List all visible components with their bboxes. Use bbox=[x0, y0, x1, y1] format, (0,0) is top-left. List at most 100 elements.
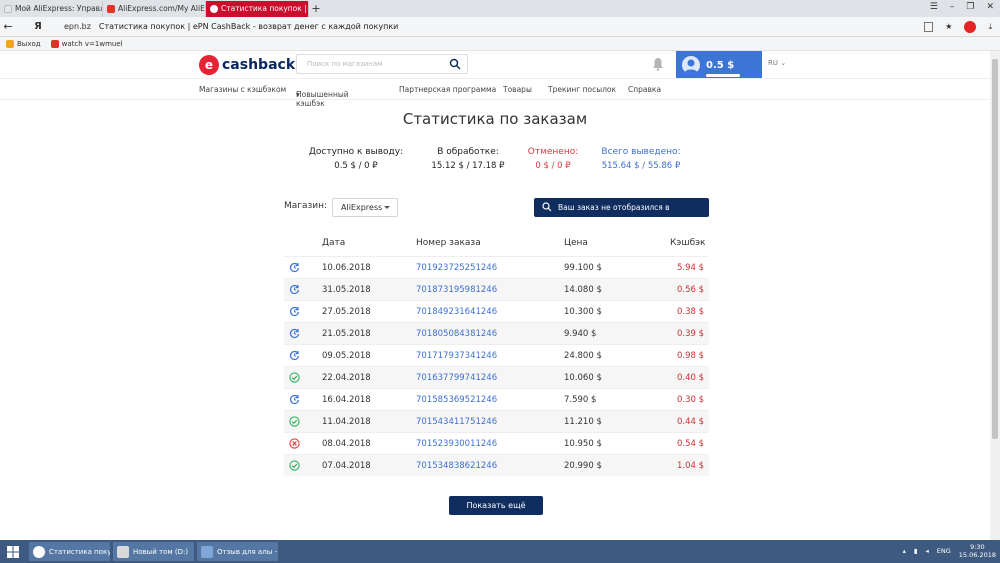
back-arrow-icon[interactable]: ← bbox=[0, 20, 16, 33]
column-cashback: Кэшбэк bbox=[670, 238, 706, 248]
column-order-number: Номер заказа bbox=[416, 238, 481, 248]
aliexpress-favicon-icon bbox=[107, 5, 115, 13]
nav-item-goods[interactable]: Товары bbox=[503, 85, 532, 94]
menu-icon[interactable]: ☰ bbox=[930, 2, 938, 12]
order-number-link[interactable]: 701585369521246 bbox=[416, 395, 497, 405]
order-date: 31.05.2018 bbox=[322, 285, 371, 295]
epn-logo[interactable]: e cashback bbox=[199, 55, 295, 75]
avatar bbox=[682, 55, 700, 74]
page-scrollbar[interactable] bbox=[990, 51, 1000, 540]
page-title: Статистика по заказам bbox=[402, 110, 588, 128]
system-tray: ▴ ▮ ◂ ENG 9:30 15.06.2018 bbox=[903, 543, 996, 559]
order-cashback: 0.56 $ bbox=[676, 285, 704, 295]
bell-icon[interactable] bbox=[652, 57, 664, 71]
yandex-browser-icon bbox=[33, 545, 45, 558]
new-tab-button[interactable]: + bbox=[309, 1, 323, 17]
approved-status-icon bbox=[289, 416, 300, 427]
order-date: 09.05.2018 bbox=[322, 351, 371, 361]
pending-status-icon bbox=[289, 262, 300, 273]
order-number-link[interactable]: 701873195981246 bbox=[416, 285, 497, 295]
order-cashback: 0.30 $ bbox=[676, 395, 704, 405]
show-more-button[interactable]: Показать ещё bbox=[449, 496, 543, 515]
address-bar: ← Я epn.bz Статистика покупок | ePN Cash… bbox=[0, 17, 1000, 37]
browser-tab-3[interactable]: Статистика покупок | ePN bbox=[206, 1, 309, 17]
orders-table: 10.06.2018 701923725251246 99.100 $ 5.94 $ 3… bbox=[284, 256, 709, 476]
table-row: 22.04.2018 701637799741246 10.060 $ 0.40 $ bbox=[284, 366, 709, 388]
balance-amount: 0.5 $ bbox=[706, 59, 735, 71]
reader-icon[interactable] bbox=[924, 21, 934, 32]
table-row: 07.04.2018 701534838621246 20.990 $ 1.04 $ bbox=[284, 454, 709, 476]
user-icon bbox=[684, 59, 698, 74]
order-number-link[interactable]: 701637799741246 bbox=[416, 373, 497, 383]
order-price: 11.210 $ bbox=[564, 417, 602, 427]
nav-item-tracking[interactable]: Трекинг посылок bbox=[548, 85, 616, 94]
search-icon[interactable] bbox=[449, 58, 461, 70]
restore-icon[interactable]: ❐ bbox=[966, 2, 974, 12]
cancelled-status-icon bbox=[289, 438, 300, 449]
tray-lang[interactable]: ENG bbox=[937, 547, 951, 555]
nav-item-shops[interactable]: Магазины с кэшбэком bbox=[199, 85, 286, 94]
nav-item-help[interactable]: Справка bbox=[628, 85, 661, 94]
order-date: 16.04.2018 bbox=[322, 395, 371, 405]
browser-tab-2[interactable]: AliExpress.com/My AliExpre bbox=[103, 1, 206, 17]
yandex-logo-icon[interactable]: Я bbox=[30, 21, 46, 32]
order-number-link[interactable]: 701717937341246 bbox=[416, 351, 497, 361]
taskbar-item-browser[interactable]: Статистика покуп... bbox=[29, 542, 110, 561]
approved-status-icon bbox=[289, 372, 300, 383]
shop-select[interactable]: AliExpress bbox=[332, 198, 398, 217]
order-date: 22.04.2018 bbox=[322, 373, 371, 383]
nav-item-partner[interactable]: Партнерская программа bbox=[399, 85, 496, 94]
order-number-link[interactable]: 701523930011246 bbox=[416, 439, 497, 449]
order-number-link[interactable]: 701805084381246 bbox=[416, 329, 497, 339]
protect-icon[interactable] bbox=[964, 20, 977, 33]
scrollbar-thumb[interactable] bbox=[992, 59, 998, 439]
order-price: 10.950 $ bbox=[564, 439, 602, 449]
order-number-link[interactable]: 701849231641246 bbox=[416, 307, 497, 317]
column-date: Дата bbox=[322, 238, 346, 248]
taskbar-item-explorer[interactable]: Новый том (D:) bbox=[113, 542, 194, 561]
bookmark-item[interactable]: Выход bbox=[6, 39, 41, 48]
taskbar-item-paint[interactable]: Отзыв для алы - ... bbox=[197, 542, 278, 561]
clock[interactable]: 9:30 15.06.2018 bbox=[959, 543, 996, 559]
order-date: 21.05.2018 bbox=[322, 329, 371, 339]
table-row: 11.04.2018 701543411751246 11.210 $ 0.44 $ bbox=[284, 410, 709, 432]
language-switch[interactable]: RU ⌄ bbox=[768, 59, 786, 67]
shop-search-input[interactable]: Поиск по магазинам bbox=[296, 54, 468, 74]
order-price: 7.590 $ bbox=[564, 395, 597, 405]
order-number-link[interactable]: 701534838621246 bbox=[416, 461, 497, 471]
star-icon[interactable]: ★ bbox=[945, 22, 952, 31]
paint-icon bbox=[201, 545, 213, 558]
balance-widget[interactable]: 0.5 $ bbox=[676, 51, 762, 78]
minimize-icon[interactable]: – bbox=[950, 2, 955, 12]
network-icon[interactable]: ▮ bbox=[914, 547, 918, 555]
stat-available: Доступно к выводу: 0.5 $ / 0 ₽ bbox=[308, 147, 404, 171]
bookmarks-bar: Выход watch v=1wmuel bbox=[0, 37, 1000, 51]
site-nav: Магазины с кэшбэком Повышенный кэшбэк ▾ … bbox=[0, 80, 990, 108]
order-date: 10.06.2018 bbox=[322, 263, 371, 273]
close-icon[interactable]: ✕ bbox=[986, 2, 994, 12]
bookmark-item[interactable]: watch v=1wmuel bbox=[50, 39, 123, 48]
stat-withdrawn: Всего выведено: 515.64 $ / 55.86 ₽ bbox=[601, 147, 681, 171]
address-bar-actions: ★ ⤓ bbox=[924, 20, 992, 33]
missing-order-button[interactable]: Ваш заказ не отобразился в статистике? bbox=[534, 198, 709, 231]
order-cashback: 0.54 $ bbox=[676, 439, 704, 449]
logo-mark-icon: e bbox=[199, 55, 219, 75]
order-price: 20.990 $ bbox=[564, 461, 602, 471]
search-icon bbox=[542, 202, 552, 212]
order-price: 9.940 $ bbox=[564, 329, 597, 339]
pending-status-icon bbox=[289, 284, 300, 295]
order-number-link[interactable]: 701543411751246 bbox=[416, 417, 497, 427]
browser-tab-1[interactable]: Мой AliExpress: Управлять bbox=[0, 1, 103, 17]
table-row: 08.04.2018 701523930011246 10.950 $ 0.54 $ bbox=[284, 432, 709, 454]
windows-start-icon[interactable] bbox=[0, 540, 26, 563]
url-field[interactable]: epn.bz bbox=[64, 22, 91, 31]
tray-arrow-icon[interactable]: ▴ bbox=[903, 547, 906, 555]
download-icon[interactable]: ⤓ bbox=[988, 22, 992, 32]
order-number-link[interactable]: 701923725251246 bbox=[416, 263, 497, 273]
dropdown-caret-icon bbox=[384, 206, 390, 209]
order-price: 24.800 $ bbox=[564, 351, 602, 361]
drive-icon bbox=[117, 545, 129, 558]
order-date: 11.04.2018 bbox=[322, 417, 371, 427]
order-cashback: 5.94 $ bbox=[676, 263, 704, 273]
volume-icon[interactable]: ◂ bbox=[926, 547, 929, 555]
